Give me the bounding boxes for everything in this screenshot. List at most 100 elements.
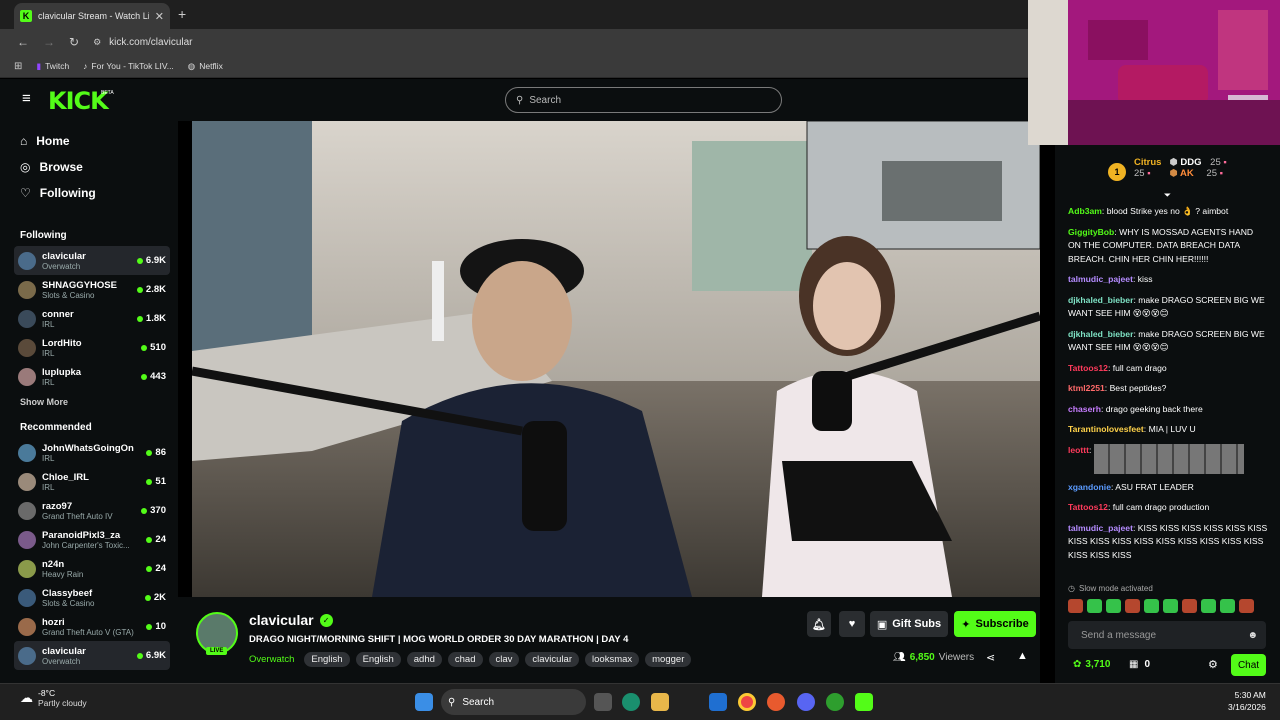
kick-app-icon[interactable] (855, 693, 873, 711)
follow-button[interactable]: ♥ (839, 611, 865, 637)
sidebar-channel[interactable]: luplupka IRL 443 (0, 362, 178, 391)
chat-username[interactable]: talmudic_pajeet (1068, 274, 1133, 284)
apps-grid-icon[interactable]: ⊞ (14, 61, 22, 72)
emote-icon[interactable] (1106, 599, 1121, 613)
bookmark-twitch[interactable]: ▮ Twitch (36, 61, 69, 72)
menu-icon[interactable]: ≡ (22, 91, 31, 106)
task-view-icon[interactable] (594, 693, 612, 711)
sidebar-channel[interactable]: clavicular Overwatch 6.9K (14, 641, 170, 670)
tag-chip[interactable]: adhd (406, 652, 442, 667)
tag-chip[interactable]: looksmax (585, 652, 640, 667)
chat-username[interactable]: leottt (1068, 445, 1089, 455)
sidebar-channel[interactable]: Classybeef Slots & Casino 2K (0, 583, 178, 612)
windows-start-icon[interactable] (415, 693, 433, 711)
emote-icon[interactable] (1087, 599, 1102, 613)
tag-chip[interactable]: chad (447, 652, 483, 667)
xbox-icon[interactable] (826, 693, 844, 711)
emote-icon[interactable] (1239, 599, 1254, 613)
sidebar-channel[interactable]: hozri Grand Theft Auto V (GTA) 10 (0, 612, 178, 641)
chat-username[interactable]: talmudic_pajeet (1068, 523, 1133, 533)
discord-icon[interactable] (797, 693, 815, 711)
bookmark-netflix[interactable]: ◍ Netflix (188, 61, 223, 72)
clock[interactable]: 5:30 AM 3/16/2026 (1228, 689, 1266, 713)
chat-username[interactable]: ktml2251 (1068, 383, 1105, 393)
back-icon[interactable]: ← (17, 35, 29, 49)
gift-subs-button[interactable]: ▣ Gift Subs (870, 611, 948, 637)
channel-name[interactable]: clavicular (249, 612, 314, 628)
sidebar-channel[interactable]: Chloe_IRL IRL 51 (0, 467, 178, 496)
emote-icon[interactable] (1163, 599, 1178, 613)
sidebar-channel[interactable]: clavicular Overwatch 6.9K (14, 246, 170, 275)
chat-username[interactable]: Adb3am (1068, 206, 1102, 216)
outlook-icon[interactable] (709, 693, 727, 711)
new-tab-icon[interactable]: + (178, 6, 186, 22)
weather-desc: Partly cloudy (38, 698, 87, 708)
sidebar-channel[interactable]: JohnWhatsGoingOn IRL 86 (0, 438, 178, 467)
sidebar-channel[interactable]: razo97 Grand Theft Auto IV 370 (0, 496, 178, 525)
sidebar-channel[interactable]: LordHito IRL 510 (0, 333, 178, 362)
emote-icon[interactable] (1220, 599, 1235, 613)
emote-icon[interactable] (1125, 599, 1140, 613)
chat-username[interactable]: chaserh (1068, 404, 1101, 414)
chat-username[interactable]: djkhaled_bieber (1068, 295, 1133, 305)
chat-send-button[interactable]: Chat (1231, 654, 1266, 676)
channel-points[interactable]: ✿ 3,710 (1073, 659, 1110, 670)
channel-name: Classybeef (42, 587, 93, 599)
tag-chip[interactable]: English (355, 652, 401, 667)
chrome-icon[interactable] (738, 693, 756, 711)
nav-browse[interactable]: ◎ Browse (0, 154, 178, 180)
nav-following[interactable]: ♡ Following (0, 180, 178, 206)
tag-chip[interactable]: clav (488, 652, 520, 667)
weather-widget[interactable]: ☁ -8°C Partly cloudy (20, 688, 87, 708)
settings-gear-icon[interactable]: ⚙ (1208, 658, 1218, 671)
forward-icon[interactable]: → (43, 35, 55, 49)
edge-icon[interactable] (622, 693, 640, 711)
collapse-leaderboard-icon[interactable]: ⏷ (1055, 191, 1280, 205)
sidebar-channel[interactable]: ParanoidPixl3_za John Carpenter's Toxic..… (0, 525, 178, 554)
chat-input[interactable]: Send a message ☻ (1068, 621, 1266, 649)
sidebar-channel[interactable]: SHNAGGYHOSE Slots & Casino 2.8K (0, 275, 178, 304)
chat-username[interactable]: xgandonie (1068, 482, 1111, 492)
viewer-value: 1.8K (145, 313, 166, 324)
chat-username[interactable]: Tarantinolovesfeet (1068, 424, 1144, 434)
show-more-link[interactable]: Show More (0, 391, 178, 413)
gift-count[interactable]: ▦ 0 (1129, 659, 1150, 670)
reload-icon[interactable]: ↻ (69, 35, 79, 49)
kick-logo[interactable]: KICK (48, 87, 109, 115)
bookmark-tiktok[interactable]: ♪ For You - TikTok LIV... (83, 61, 174, 71)
category-link[interactable]: Overwatch (249, 654, 294, 665)
subscribe-button[interactable]: ✦ Subscribe (954, 611, 1036, 637)
chat-username[interactable]: Tattoos12 (1068, 363, 1108, 373)
share-icon[interactable]: ⋖ (986, 651, 995, 664)
emote-icon[interactable] (1068, 599, 1083, 613)
emote-icon[interactable] (1201, 599, 1216, 613)
chat-message: djkhaled_bieber: make DRAGO SCREEN BIG W… (1068, 294, 1265, 319)
notify-button[interactable]: 🔔︎ (807, 611, 831, 637)
taskbar-search[interactable]: ⚲ Search (441, 689, 586, 715)
nav-home[interactable]: ⌂ Home (0, 128, 178, 154)
search-input[interactable]: ⚲ Search (505, 87, 782, 113)
chat-username[interactable]: Tattoos12 (1068, 502, 1108, 512)
video-player[interactable] (192, 121, 1040, 597)
tag-chip[interactable]: clavicular (525, 652, 580, 667)
tag-chip[interactable]: mogger (645, 652, 692, 667)
emote-icon[interactable] (1144, 599, 1159, 613)
channel-category: IRL (42, 482, 55, 492)
emoji-icon[interactable]: ☻ (1247, 630, 1258, 641)
obs-icon[interactable] (767, 693, 785, 711)
report-icon[interactable]: ▲ (1017, 650, 1028, 662)
live-badge: LIVE (206, 647, 228, 655)
chat-username[interactable]: GiggityBob (1068, 227, 1114, 237)
sidebar-channel[interactable]: n24n Heavy Rain 24 (0, 554, 178, 583)
leader-second-count: 25 (1210, 157, 1221, 168)
chat-username[interactable]: djkhaled_bieber (1068, 329, 1133, 339)
tag-chip[interactable]: English (304, 652, 350, 667)
file-explorer-icon[interactable] (651, 693, 669, 711)
sidebar-channel[interactable]: conner IRL 1.8K (0, 304, 178, 333)
channel-info: hozri Grand Theft Auto V (GTA) (42, 617, 140, 637)
url-field[interactable]: kick.com/clavicular (109, 37, 192, 48)
site-info-icon[interactable]: ⚙ (93, 37, 101, 48)
emote-icon[interactable] (1182, 599, 1197, 613)
browser-tab[interactable]: K clavicular Stream - Watch Live o ✕ (14, 3, 170, 29)
close-tab-icon[interactable]: ✕ (155, 10, 164, 23)
